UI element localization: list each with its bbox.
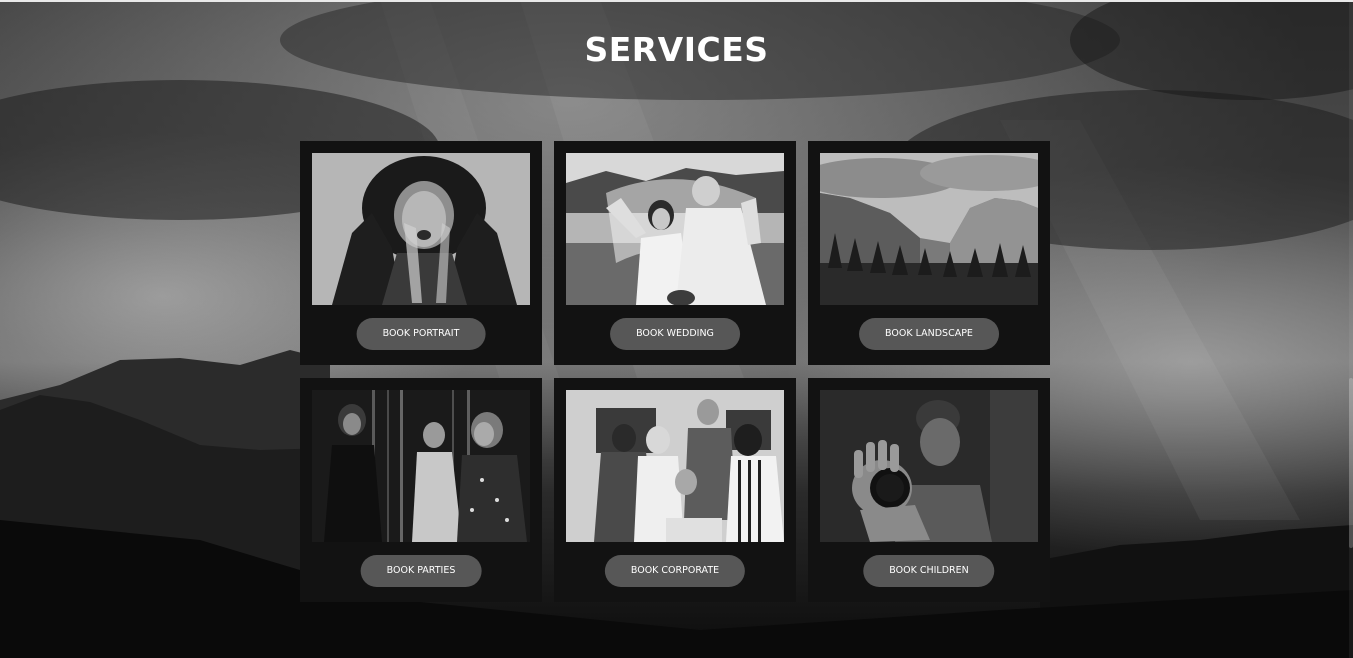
service-card-wedding: BOOK WEDDING <box>554 141 796 365</box>
page-title: SERVICES <box>584 30 769 69</box>
scrollbar-thumb[interactable] <box>1349 378 1353 548</box>
parties-photo <box>312 390 530 542</box>
service-card-corporate: BOOK CORPORATE <box>554 378 796 602</box>
children-photo <box>820 390 1038 542</box>
scrollbar-track[interactable] <box>1349 2 1353 658</box>
landscape-image <box>820 153 1038 305</box>
children-image <box>820 390 1038 542</box>
service-card-landscape: BOOK LANDSCAPE <box>808 141 1050 365</box>
parties-image <box>312 390 530 542</box>
landscape-photo <box>820 153 1038 305</box>
book-parties-button[interactable]: BOOK PARTIES <box>360 555 482 587</box>
book-portrait-button[interactable]: BOOK PORTRAIT <box>356 318 486 350</box>
service-card-parties: BOOK PARTIES <box>300 378 542 602</box>
services-page: SERVICES BOOK PORTRAIT BOOK WEDDING BOOK… <box>0 0 1353 658</box>
portrait-photo <box>312 153 530 305</box>
wedding-photo <box>566 153 784 305</box>
window-top-border <box>0 0 1353 2</box>
corporate-photo <box>566 390 784 542</box>
service-card-portrait: BOOK PORTRAIT <box>300 141 542 365</box>
service-card-children: BOOK CHILDREN <box>808 378 1050 602</box>
book-children-button[interactable]: BOOK CHILDREN <box>863 555 995 587</box>
wedding-image <box>566 153 784 305</box>
book-corporate-button[interactable]: BOOK CORPORATE <box>604 555 746 587</box>
portrait-image <box>312 153 530 305</box>
book-wedding-button[interactable]: BOOK WEDDING <box>610 318 740 350</box>
book-landscape-button[interactable]: BOOK LANDSCAPE <box>859 318 999 350</box>
corporate-image <box>566 390 784 542</box>
